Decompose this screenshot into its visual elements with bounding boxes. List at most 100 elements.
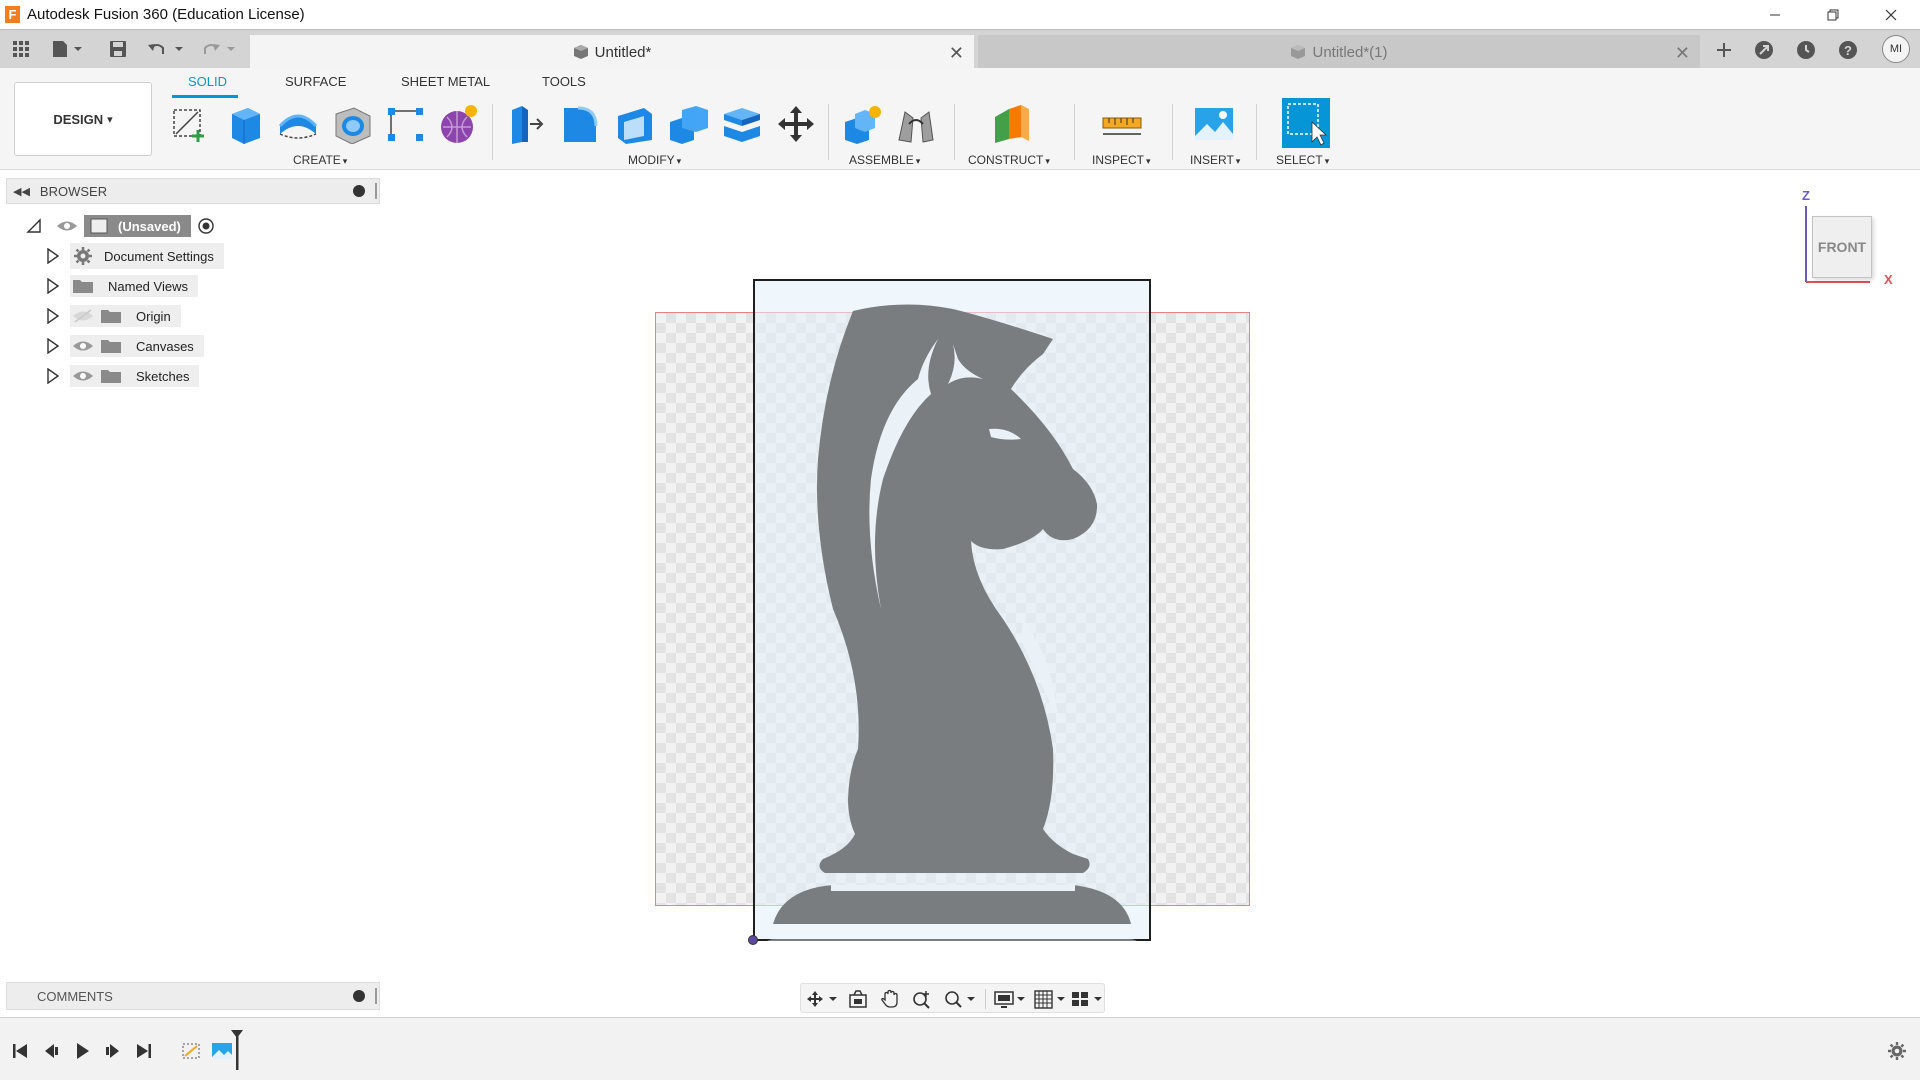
orbit-button[interactable] xyxy=(803,988,841,1010)
expand-triangle-icon[interactable] xyxy=(46,338,60,354)
resize-handle[interactable] xyxy=(375,988,377,1004)
move-copy-button[interactable] xyxy=(774,102,818,146)
inspect-menu[interactable]: INSPECT ▾ xyxy=(1092,153,1151,167)
chevron-down-icon: ▾ xyxy=(1045,156,1050,166)
timeline-marker[interactable] xyxy=(231,1030,243,1072)
create-sketch-button[interactable] xyxy=(168,102,212,146)
extensions-button[interactable] xyxy=(1750,38,1778,62)
press-pull-button[interactable] xyxy=(504,102,548,146)
new-tab-button[interactable] xyxy=(1710,38,1738,62)
tab-close-icon[interactable]: ✕ xyxy=(1675,43,1690,64)
viewcube[interactable]: Z X FRONT xyxy=(1802,186,1893,288)
data-panel-button[interactable] xyxy=(10,38,32,60)
tab-surface[interactable]: SURFACE xyxy=(285,74,346,89)
go-to-start-button[interactable] xyxy=(9,1040,31,1062)
collapse-panel-icon[interactable]: ◀◀ xyxy=(13,185,30,198)
sketch-origin-point[interactable] xyxy=(748,935,758,945)
eye-icon[interactable] xyxy=(72,368,94,384)
activate-radio-icon[interactable] xyxy=(197,217,215,235)
insert-menu[interactable]: INSERT ▾ xyxy=(1190,153,1240,167)
pan-button[interactable] xyxy=(877,988,903,1010)
zoom-button[interactable] xyxy=(909,988,935,1010)
timeline-settings-button[interactable] xyxy=(1886,1040,1908,1062)
browser-item-canvases[interactable]: Canvases xyxy=(46,333,204,359)
job-status-button[interactable] xyxy=(1792,38,1820,62)
timeline-marker-icon xyxy=(231,1030,243,1070)
fillet-button[interactable] xyxy=(558,102,602,146)
restore-button[interactable] xyxy=(1804,0,1862,29)
tab-tools[interactable]: TOOLS xyxy=(542,74,586,89)
collapse-triangle-icon[interactable] xyxy=(26,218,42,234)
sketch-feature-icon xyxy=(182,1043,200,1059)
user-avatar[interactable]: MI xyxy=(1882,35,1910,63)
step-back-button[interactable] xyxy=(40,1040,62,1062)
offset-plane-button[interactable] xyxy=(990,102,1034,146)
tab-solid[interactable]: SOLID xyxy=(188,74,227,89)
eye-hidden-icon[interactable] xyxy=(72,308,94,324)
revolve-button[interactable] xyxy=(276,102,320,146)
insert-canvas-button[interactable] xyxy=(1192,102,1236,146)
tab-sheet-metal[interactable]: SHEET METAL xyxy=(401,74,490,89)
timeline-sketch-feature[interactable] xyxy=(180,1040,204,1062)
restore-icon xyxy=(1827,9,1839,20)
minus-circle-icon[interactable] xyxy=(353,185,365,197)
plus-circle-icon[interactable] xyxy=(353,990,365,1002)
measure-button[interactable] xyxy=(1100,102,1144,146)
fit-button[interactable] xyxy=(941,988,979,1010)
expand-triangle-icon[interactable] xyxy=(46,278,60,294)
expand-triangle-icon[interactable] xyxy=(46,368,60,384)
skip-end-icon xyxy=(137,1044,151,1058)
browser-item-sketches[interactable]: Sketches xyxy=(46,363,200,389)
construct-plane-icon xyxy=(995,105,1029,143)
browser-item-named-views[interactable]: Named Views xyxy=(46,273,198,299)
extrude-button[interactable] xyxy=(222,102,266,146)
new-component-button[interactable] xyxy=(840,102,884,146)
tab-close-icon[interactable]: ✕ xyxy=(949,43,964,64)
combine-button[interactable] xyxy=(666,102,710,146)
look-at-button[interactable] xyxy=(845,988,871,1010)
tab-untitled[interactable]: Untitled* ✕ xyxy=(250,35,974,69)
file-menu-button[interactable] xyxy=(48,38,88,60)
tab-untitled-1[interactable]: Untitled*(1) ✕ xyxy=(978,35,1700,69)
save-button[interactable] xyxy=(106,38,130,60)
extrude-icon xyxy=(232,108,260,144)
viewcube-front-face[interactable]: FRONT xyxy=(1812,216,1872,278)
create-menu[interactable]: CREATE ▾ xyxy=(293,153,347,167)
construct-menu[interactable]: CONSTRUCT ▾ xyxy=(968,153,1050,167)
display-settings-button[interactable] xyxy=(991,988,1029,1010)
browser-item-document-settings[interactable]: Document Settings xyxy=(46,243,224,269)
divider xyxy=(492,104,493,160)
help-button[interactable]: ? xyxy=(1834,38,1862,62)
undo-button[interactable] xyxy=(146,38,188,60)
play-button[interactable] xyxy=(71,1040,93,1062)
minimize-button[interactable] xyxy=(1746,0,1804,29)
move-icon xyxy=(778,106,814,142)
redo-button[interactable] xyxy=(198,38,240,60)
offset-face-button[interactable] xyxy=(720,102,764,146)
expand-triangle-icon[interactable] xyxy=(46,308,60,324)
browser-item-origin[interactable]: Origin xyxy=(46,303,181,329)
pattern-button[interactable] xyxy=(384,102,428,146)
tab-label: Untitled* xyxy=(594,43,652,61)
create-form-button[interactable] xyxy=(436,102,480,146)
joint-button[interactable] xyxy=(894,102,938,146)
expand-triangle-icon[interactable] xyxy=(46,248,60,264)
select-menu[interactable]: SELECT ▾ xyxy=(1276,153,1329,167)
go-to-end-button[interactable] xyxy=(133,1040,155,1062)
eye-icon[interactable] xyxy=(56,218,78,234)
browser-root-row[interactable]: (Unsaved) xyxy=(26,213,215,239)
close-window-button[interactable] xyxy=(1862,0,1920,29)
shell-button[interactable] xyxy=(612,102,656,146)
hole-button[interactable] xyxy=(330,102,374,146)
workspace-label: DESIGN xyxy=(53,111,104,127)
grid-settings-button[interactable] xyxy=(1031,988,1069,1010)
workspace-switcher-button[interactable]: DESIGN ▾ xyxy=(14,82,152,156)
close-icon xyxy=(1885,9,1897,20)
resize-handle[interactable] xyxy=(375,183,377,199)
select-button[interactable] xyxy=(1282,98,1330,148)
viewports-button[interactable] xyxy=(1069,988,1105,1010)
modify-menu[interactable]: MODIFY ▾ xyxy=(628,153,681,167)
assemble-menu[interactable]: ASSEMBLE ▾ xyxy=(849,153,920,167)
eye-icon[interactable] xyxy=(72,338,94,354)
step-forward-button[interactable] xyxy=(102,1040,124,1062)
